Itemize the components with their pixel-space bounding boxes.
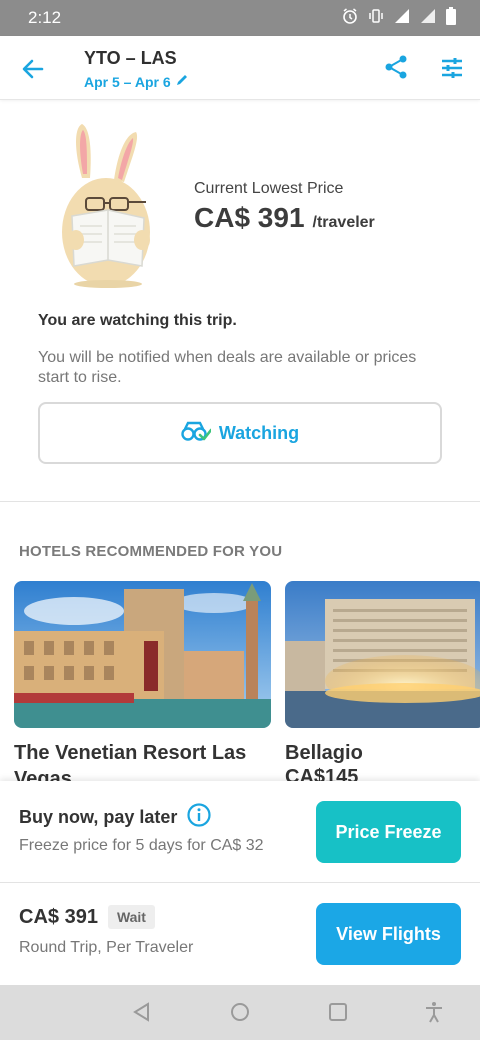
price-freeze-description: Freeze price for 5 days for CA$ 32 [19,837,264,854]
watch-status-description: You will be notified when deals are avai… [38,349,417,386]
route-title: YTO – LAS [84,48,177,68]
watching-button[interactable]: Watching [38,402,442,464]
buy-now-pay-later-title: Buy now, pay later [19,803,211,832]
current-lowest-price-label: Current Lowest Price [194,180,344,197]
share-icon[interactable] [383,54,409,80]
price-unit: /traveler [312,214,375,231]
status-time: 2:12 [28,8,62,27]
footer-price-row: CA$ 391 Wait [19,905,155,929]
footer-price: CA$ 391 [19,905,98,928]
price-freeze-button[interactable]: Price Freeze [316,801,461,863]
trip-dates-label: Apr 5 – Apr 6 [84,73,171,90]
back-triangle-icon[interactable] [131,1001,153,1023]
bottom-action-sheet: Buy now, pay later Freeze price for 5 da… [0,781,480,985]
trip-type-label: Round Trip, Per Traveler [19,939,194,956]
accessibility-icon[interactable] [423,1001,445,1023]
view-flights-button[interactable]: View Flights [316,903,461,965]
section-divider [0,501,480,502]
hotel-name-venetian[interactable]: The Venetian Resort Las Vegas [14,740,274,782]
wait-badge: Wait [107,905,155,929]
trip-dates[interactable]: Apr 5 – Apr 6 [84,73,189,90]
info-icon[interactable] [187,803,211,832]
hotel-card-image-venetian[interactable] [14,581,271,728]
sheet-divider [0,882,480,883]
watch-status-title: You are watching this trip. [38,312,237,329]
bunny-mascot-illustration [52,120,162,288]
hotel-card-image-bellagio[interactable] [285,581,480,728]
watching-button-label: Watching [218,422,300,443]
home-circle-icon[interactable] [229,1001,251,1023]
filter-sliders-icon[interactable] [440,56,464,80]
current-price-value: CA$ 391 [194,202,305,233]
hotels-section-title: HOTELS RECOMMENDED FOR YOU [19,543,283,560]
alarm-icon [342,7,358,29]
current-price-row: CA$ 391 /traveler [194,202,375,234]
app-header: YTO – LAS Apr 5 – Apr 6 [0,36,480,100]
pencil-icon[interactable] [175,73,189,90]
hotel-name-bellagio[interactable]: Bellagio [285,740,475,766]
battery-icon [446,6,456,30]
binoculars-check-icon [181,420,213,447]
vibrate-icon [368,8,384,29]
signal-4g-icon [420,8,436,29]
status-bar: 2:12 [0,0,480,36]
recents-square-icon[interactable] [327,1001,349,1023]
signal-icon [394,8,410,29]
buy-now-pay-later-label: Buy now, pay later [19,807,178,827]
status-icons [342,6,456,30]
system-nav-bar [0,985,480,1040]
back-arrow-icon[interactable] [20,56,46,82]
